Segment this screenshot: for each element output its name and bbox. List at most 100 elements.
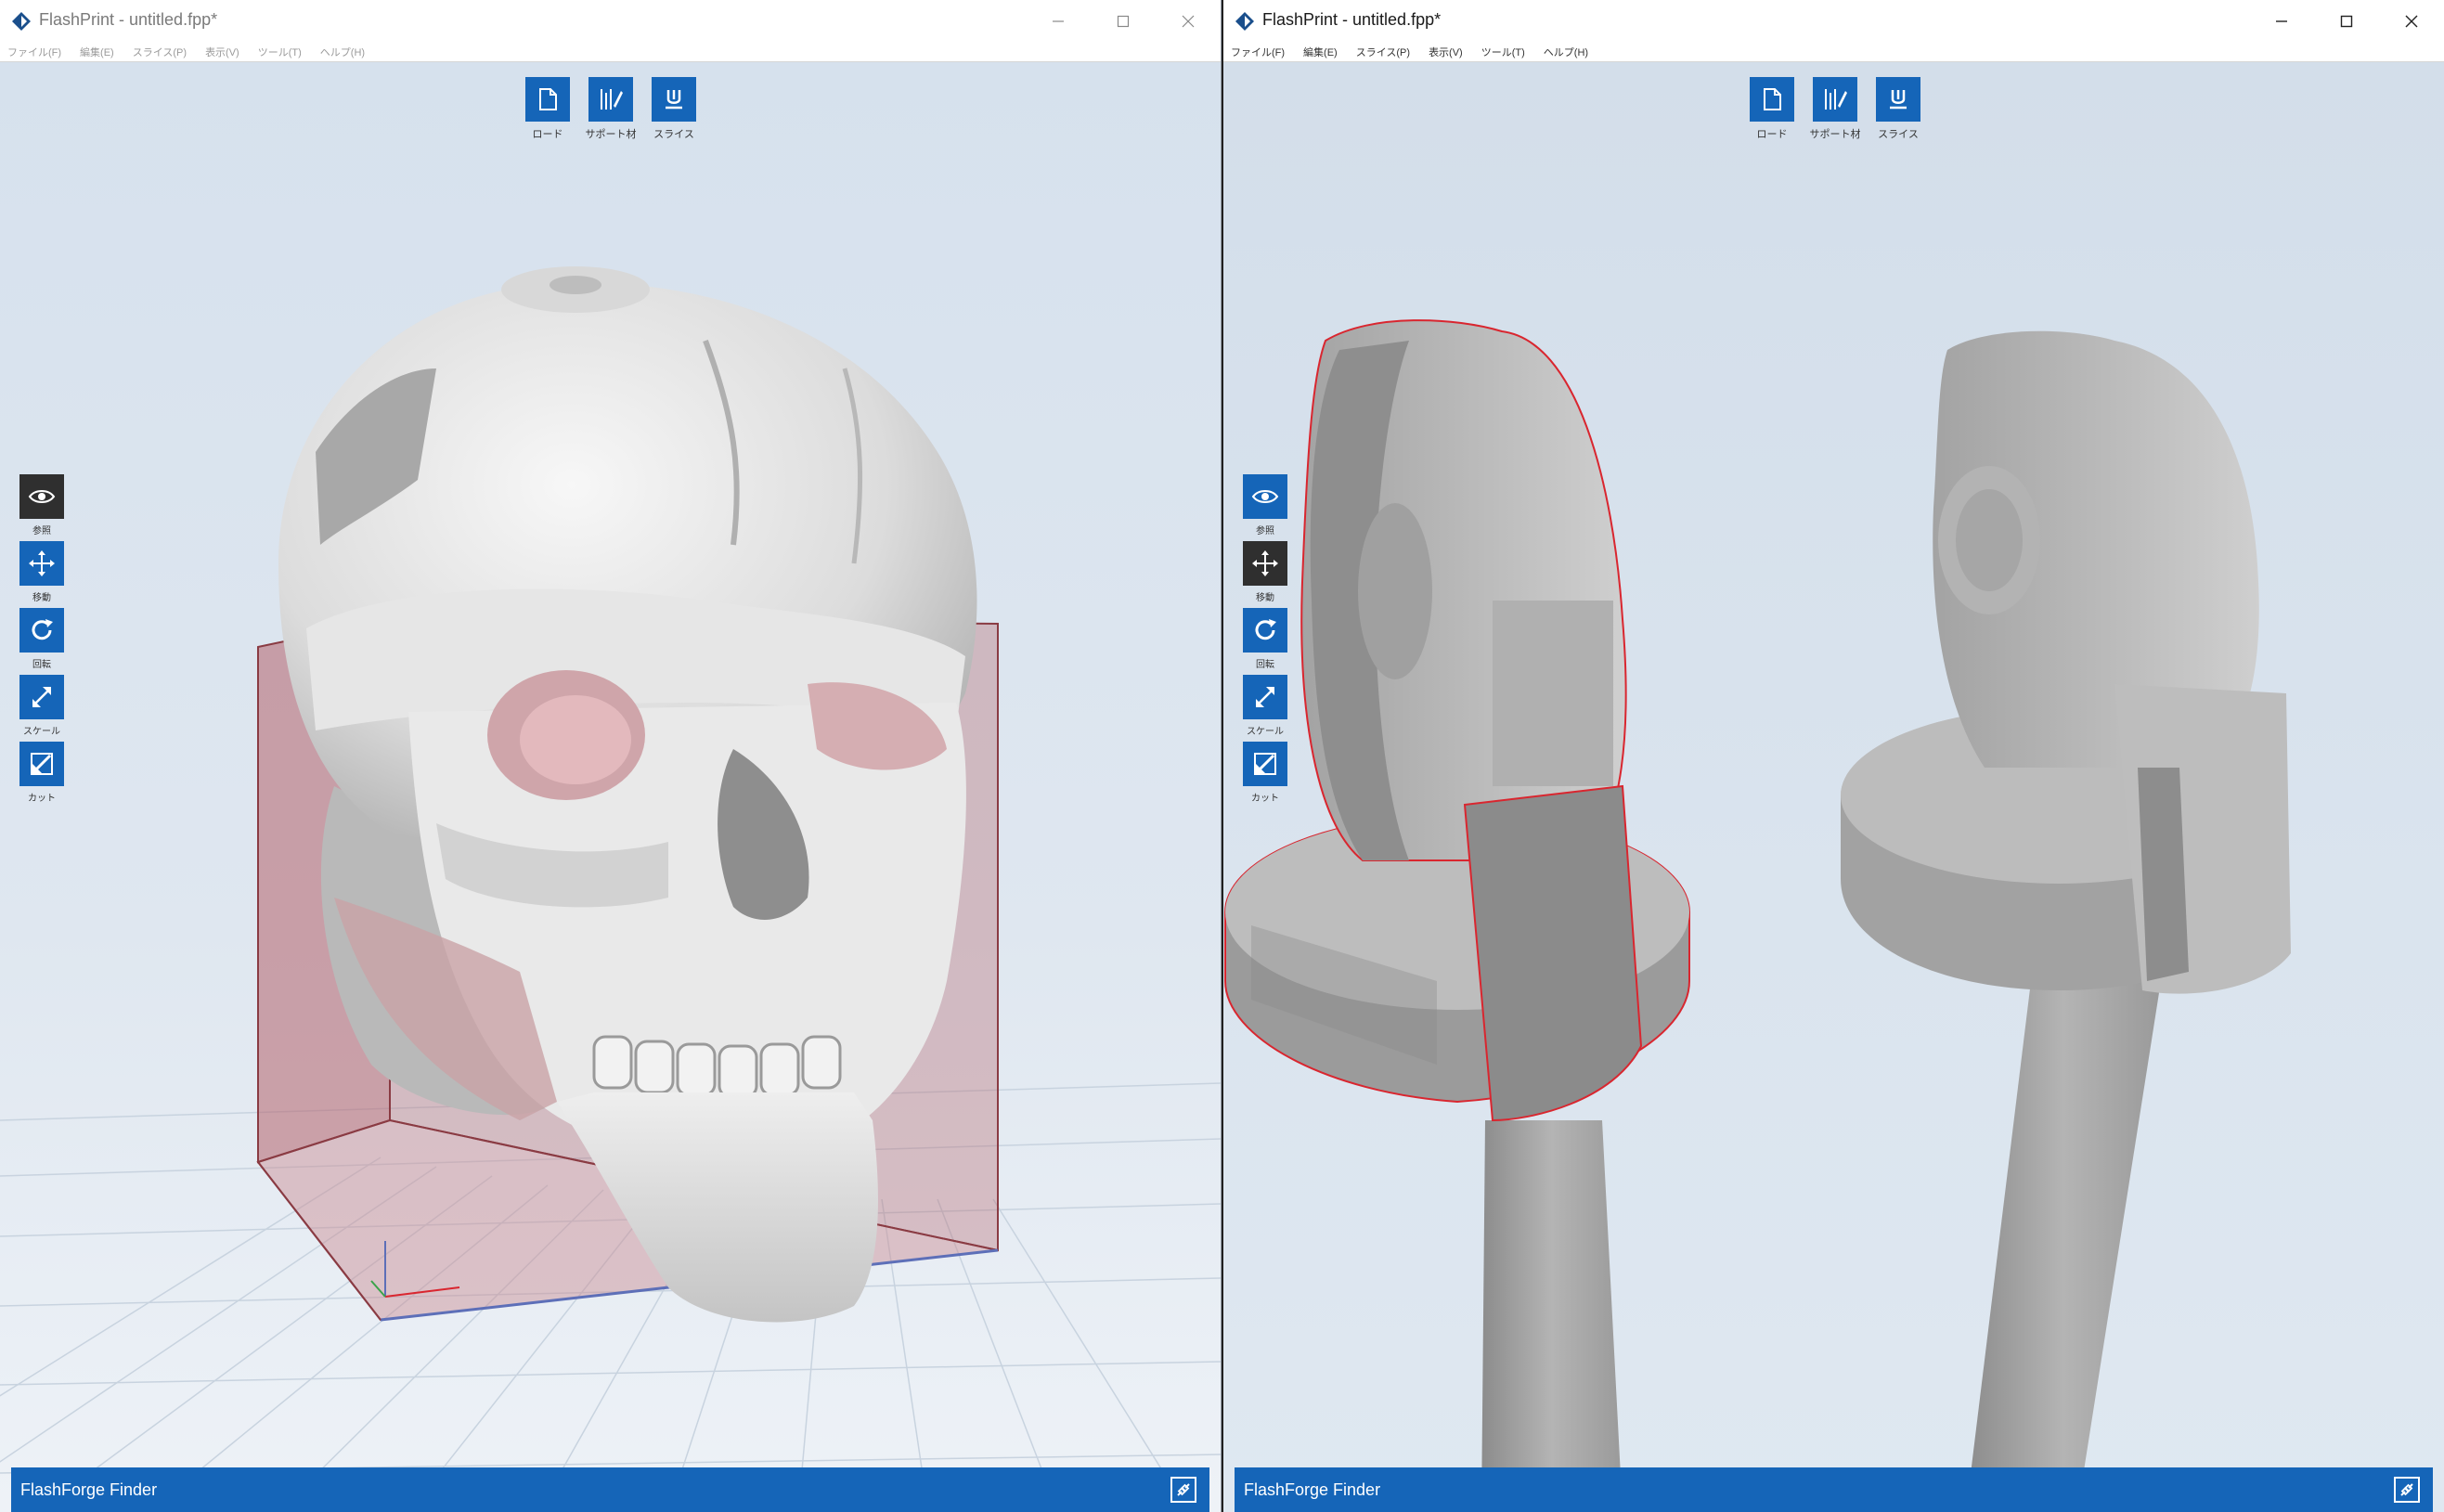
title-bar[interactable]: FlashPrint - untitled.fpp* (0, 0, 1221, 43)
3d-viewport[interactable]: ロード サポート材 スライス 参照 移動 回転 スケール カット FlashFo… (0, 62, 1221, 1512)
printer-name: FlashForge Finder (20, 1480, 158, 1499)
rotate-label: 回転 (32, 660, 51, 670)
scale-tool[interactable]: スケール (19, 675, 65, 742)
rotate-tool[interactable]: 回転 (19, 608, 65, 675)
move-label: 移動 (32, 593, 51, 603)
scale-label: スケール (23, 727, 60, 737)
rotate-icon (1255, 619, 1276, 640)
flashprint-window-left: FlashPrint - untitled.fpp* ファイル(F) 編集(E)… (0, 0, 1222, 1512)
load-file-icon (539, 88, 557, 110)
scale-icon (1256, 687, 1274, 707)
rotate-icon (32, 619, 53, 640)
eye-icon (1251, 490, 1279, 503)
move-label: 移動 (1256, 593, 1274, 603)
support-label: サポート材 (585, 128, 637, 140)
main-toolbar: ロード サポート材 スライス (1749, 77, 1921, 141)
view-label: 参照 (32, 526, 51, 536)
close-icon (2405, 15, 2418, 28)
move-icon (29, 550, 55, 576)
edit-toolbar: 参照 移動 回転 スケール カット (1242, 474, 1288, 808)
joint-scene (1223, 62, 2444, 1512)
connect-button[interactable] (2394, 1477, 2420, 1503)
cut-icon (31, 753, 53, 775)
menu-slice[interactable]: スライス(P) (1356, 45, 1410, 59)
maximize-icon (2340, 15, 2353, 28)
slice-icon (1890, 90, 1907, 110)
move-icon (1252, 550, 1278, 576)
window-title: FlashPrint - untitled.fpp* (39, 10, 218, 29)
menu-file[interactable]: ファイル(F) (1231, 45, 1285, 59)
title-bar[interactable]: FlashPrint - untitled.fpp* (1223, 0, 2444, 43)
flashprint-window-right: FlashPrint - untitled.fpp* ファイル(F) 編集(E)… (1223, 0, 2444, 1512)
minimize-button[interactable] (1026, 0, 1091, 43)
window-controls (1026, 0, 1221, 43)
move-tool[interactable]: 移動 (19, 541, 65, 608)
menu-edit[interactable]: 編集(E) (80, 45, 114, 59)
menu-help[interactable]: ヘルプ(H) (320, 45, 365, 59)
window-title: FlashPrint - untitled.fpp* (1262, 10, 1442, 29)
view-label: 参照 (1256, 526, 1274, 536)
cut-tool[interactable]: カット (1242, 742, 1288, 808)
menu-help[interactable]: ヘルプ(H) (1544, 45, 1588, 59)
connect-link-icon (2400, 1483, 2413, 1496)
view-tool[interactable]: 参照 (19, 474, 65, 541)
menu-tools[interactable]: ツール(T) (258, 45, 302, 59)
close-button[interactable] (2379, 0, 2444, 43)
load-button[interactable]: ロード (1749, 77, 1795, 141)
cut-label: カット (1251, 794, 1279, 804)
cut-label: カット (28, 794, 56, 804)
support-label: サポート材 (1809, 128, 1861, 140)
slice-button[interactable]: スライス (1875, 77, 1921, 141)
load-label: ロード (1756, 128, 1788, 140)
menu-view[interactable]: 表示(V) (205, 45, 239, 59)
eye-icon (28, 490, 56, 503)
slice-label: スライス (1878, 128, 1919, 140)
rotate-tool[interactable]: 回転 (1242, 608, 1288, 675)
minimize-button[interactable] (2249, 0, 2314, 43)
flashprint-app-icon (1235, 12, 1254, 31)
printer-name: FlashForge Finder (1244, 1480, 1381, 1499)
minimize-icon (1053, 20, 1064, 22)
slice-label: スライス (653, 128, 694, 140)
load-label: ロード (532, 128, 563, 140)
status-bar: FlashForge Finder (1235, 1467, 2433, 1512)
load-button[interactable]: ロード (524, 77, 571, 141)
flashprint-app-icon (12, 12, 31, 31)
menu-edit[interactable]: 編集(E) (1303, 45, 1338, 59)
scale-icon (32, 687, 51, 707)
3d-viewport[interactable]: ロード サポート材 スライス 参照 移動 回転 スケール カット FlashFo… (1223, 62, 2444, 1512)
rotate-label: 回転 (1256, 660, 1274, 670)
maximize-button[interactable] (2314, 0, 2379, 43)
support-button[interactable]: サポート材 (1809, 77, 1861, 141)
slice-icon (666, 90, 682, 110)
close-icon (1182, 15, 1195, 28)
move-tool[interactable]: 移動 (1242, 541, 1288, 608)
slice-button[interactable]: スライス (651, 77, 697, 141)
menu-file[interactable]: ファイル(F) (7, 45, 61, 59)
skull-scene (0, 62, 1221, 1512)
connect-link-icon (1177, 1483, 1190, 1496)
view-tool[interactable]: 参照 (1242, 474, 1288, 541)
scale-label: スケール (1247, 727, 1284, 737)
menu-tools[interactable]: ツール(T) (1481, 45, 1525, 59)
support-icon (1825, 89, 1847, 110)
close-button[interactable] (1156, 0, 1221, 43)
scale-tool[interactable]: スケール (1242, 675, 1288, 742)
desktop: FlashPrint - untitled.fpp* ファイル(F) 編集(E)… (0, 0, 2444, 1512)
menu-bar: ファイル(F) 編集(E) スライス(P) 表示(V) ツール(T) ヘルプ(H… (0, 43, 1221, 62)
menu-view[interactable]: 表示(V) (1429, 45, 1463, 59)
menu-bar: ファイル(F) 編集(E) スライス(P) 表示(V) ツール(T) ヘルプ(H… (1223, 43, 2444, 62)
cut-tool[interactable]: カット (19, 742, 65, 808)
edit-toolbar: 参照 移動 回転 スケール カット (19, 474, 65, 808)
menu-slice[interactable]: スライス(P) (133, 45, 187, 59)
support-icon (601, 89, 623, 110)
cut-icon (1254, 753, 1276, 775)
status-bar: FlashForge Finder (11, 1467, 1209, 1512)
connect-button[interactable] (1170, 1477, 1196, 1503)
minimize-icon (2276, 20, 2287, 22)
support-button[interactable]: サポート材 (585, 77, 637, 141)
main-toolbar: ロード サポート材 スライス (524, 77, 697, 141)
load-file-icon (1764, 88, 1781, 110)
maximize-icon (1117, 15, 1130, 28)
maximize-button[interactable] (1091, 0, 1156, 43)
